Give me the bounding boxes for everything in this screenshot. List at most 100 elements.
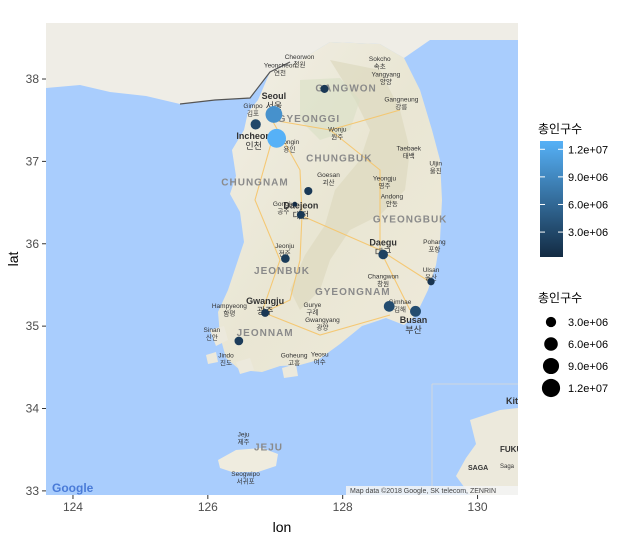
population-point <box>378 249 388 260</box>
city-label: Sokcho <box>369 56 391 63</box>
city-label-local: 용인 <box>283 145 295 154</box>
size-legend-key <box>545 316 557 328</box>
city-label-local: 함평 <box>223 309 235 318</box>
city-label-local: 철원 <box>294 60 306 69</box>
population-point <box>304 186 313 196</box>
city-label-local: 광양 <box>316 324 328 332</box>
city-label-local: 구례 <box>306 308 318 317</box>
city-label-local: 연천 <box>274 68 286 77</box>
colorbar <box>540 141 563 257</box>
city-label: Daejeon <box>283 200 318 210</box>
city-label: Seogwipo <box>231 471 260 478</box>
y-tick-label: 36 <box>26 237 40 251</box>
y-tick-label: 38 <box>26 72 40 86</box>
city-label: Pohang <box>423 239 446 246</box>
google-logo: Google <box>52 481 94 495</box>
region-label: JEONBUK <box>254 266 310 277</box>
city-label-local: 속초 <box>374 62 386 70</box>
colorbar-label: 3.0e+06 <box>568 227 608 239</box>
city-label: Hampyeong <box>212 303 247 310</box>
color-legend: 총인구수 3.0e+06 6.0e+06 9.0e+06 1.2e+07 <box>538 122 608 257</box>
city-label: Gurye <box>303 302 321 309</box>
colorbar-label: 6.0e+06 <box>568 199 608 211</box>
map-attribution: Map data ©2018 Google, SK telecom, ZENRI… <box>350 487 496 495</box>
population-point <box>410 305 421 317</box>
x-axis: 124 126 128 130 <box>63 495 488 514</box>
map-panel: GANGWONGYEONGGICHUNGBUKCHUNGNAMGYEONGBUK… <box>46 23 522 495</box>
city-label-local: 진도 <box>220 358 232 367</box>
city-label: Yeoncheon <box>264 62 297 69</box>
city-label: Yeosu <box>311 352 329 359</box>
region-label: GYEONGGI <box>278 114 340 125</box>
population-point <box>383 300 395 312</box>
city-label: Yeongju <box>373 175 397 182</box>
size-legend-key <box>541 378 561 398</box>
x-axis-title: lon <box>273 519 292 535</box>
population-point <box>281 254 290 263</box>
city-label: Gwangyang <box>305 317 340 324</box>
population-point <box>250 119 261 130</box>
map-plot: GANGWONGYEONGGICHUNGBUKCHUNGNAMGYEONGBUK… <box>5 23 608 535</box>
size-legend-key <box>544 337 558 351</box>
city-label-local: 태백 <box>403 151 415 160</box>
y-axis: 33 34 35 36 37 38 <box>26 72 46 498</box>
city-label: Gimpo <box>243 103 263 110</box>
city-label: Goesan <box>317 172 340 179</box>
city-label-local: 서귀포 <box>237 477 255 486</box>
city-label: Jeju <box>238 432 250 439</box>
population-point <box>320 84 329 93</box>
city-label: Jindo <box>218 352 234 359</box>
x-tick-label: 130 <box>468 500 488 514</box>
google-logo-text: Google <box>52 481 94 495</box>
x-tick-label: 128 <box>333 500 353 514</box>
city-label-local: 울진 <box>430 166 442 175</box>
y-tick-label: 33 <box>26 484 40 498</box>
size-legend-label: 6.0e+06 <box>568 339 608 351</box>
region-label: CHUNGBUK <box>306 153 372 164</box>
city-label-local: 창원 <box>377 279 389 288</box>
population-point <box>267 128 287 148</box>
y-tick-label: 34 <box>26 402 40 416</box>
population-point <box>234 336 244 346</box>
city-label: Gangneung <box>384 96 418 103</box>
city-label-local: 양양 <box>380 78 392 86</box>
city-label-local: 영주 <box>379 181 391 190</box>
size-legend-label: 9.0e+06 <box>568 361 608 373</box>
city-label-local: 김포 <box>247 109 259 117</box>
population-point <box>427 277 435 286</box>
city-label-local: 원주 <box>331 132 343 141</box>
population-point <box>265 106 283 123</box>
size-legend-title: 총인구수 <box>538 291 582 305</box>
inset-label: SAGA <box>468 465 488 472</box>
city-label: Wonju <box>328 127 347 134</box>
city-label: Gwangju <box>246 296 284 306</box>
city-label: Andong <box>381 193 404 200</box>
city-label-local: 인천 <box>245 141 262 151</box>
y-tick-label: 37 <box>26 154 40 168</box>
region-label: CHUNGNAM <box>221 177 288 188</box>
x-tick-label: 124 <box>63 500 83 514</box>
population-point <box>292 201 298 207</box>
city-label-local: 부산 <box>405 325 422 335</box>
city-label: Taebaek <box>396 146 421 153</box>
city-label: Yangyang <box>371 72 400 79</box>
inset-label: Kit <box>506 396 518 406</box>
city-label-local: 강릉 <box>395 102 407 111</box>
inset-label: FUKU <box>500 445 522 454</box>
colorbar-label: 1.2e+07 <box>568 144 608 156</box>
size-legend-key <box>542 357 560 375</box>
size-legend-label: 3.0e+06 <box>568 317 608 329</box>
city-label: Incheon <box>236 131 271 141</box>
region-label: JEJU <box>254 443 283 454</box>
city-label-local: 안동 <box>386 199 398 208</box>
city-label-local: 제주 <box>238 438 250 446</box>
city-label: Daegu <box>369 237 397 247</box>
population-point <box>261 308 270 317</box>
color-legend-title: 총인구수 <box>538 122 582 136</box>
city-label: Uljin <box>429 161 442 168</box>
region-label: GYEONGBUK <box>373 214 448 225</box>
y-tick-label: 35 <box>26 319 40 333</box>
city-label: Cheorwon <box>285 54 315 61</box>
size-legend-label: 1.2e+07 <box>568 383 608 395</box>
city-label-local: 여수 <box>314 357 326 366</box>
